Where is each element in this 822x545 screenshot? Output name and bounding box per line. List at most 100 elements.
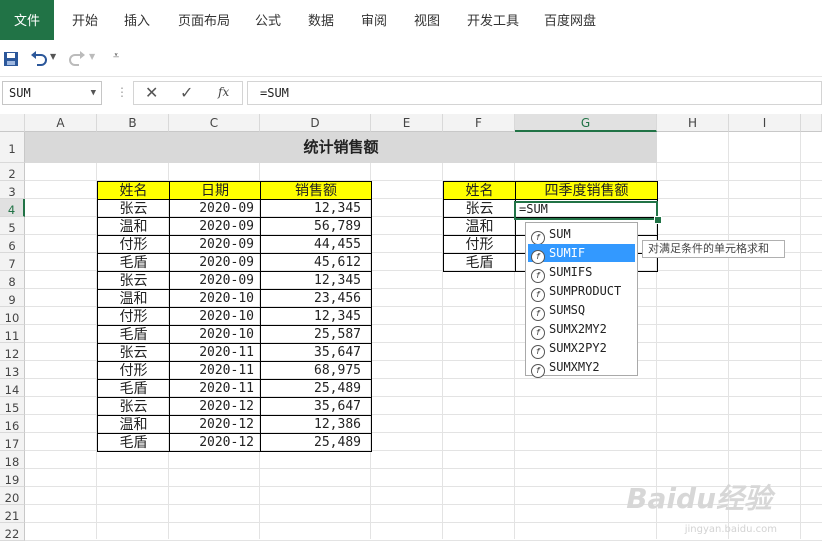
table-cell[interactable]: 44,455: [260, 235, 372, 254]
table-cell[interactable]: 张云: [97, 397, 170, 416]
table-cell[interactable]: 12,386: [260, 415, 372, 434]
column-header-g[interactable]: G: [515, 114, 657, 132]
table-header-cell[interactable]: 四季度销售额: [515, 181, 658, 200]
formula-input[interactable]: =SUM: [247, 81, 822, 105]
autocomplete-item[interactable]: f SUM: [528, 225, 635, 245]
tab-view[interactable]: 视图: [414, 0, 440, 40]
row-header[interactable]: 22: [0, 523, 25, 541]
table-cell[interactable]: 毛盾: [97, 379, 170, 398]
fill-handle[interactable]: [654, 216, 662, 224]
undo-dropdown-icon[interactable]: ▼: [50, 52, 56, 61]
row-header[interactable]: 16: [0, 415, 25, 433]
table-cell[interactable]: 毛盾: [97, 325, 170, 344]
autocomplete-item[interactable]: f SUMIFS: [528, 263, 635, 283]
q4-sales-cell[interactable]: =SUM: [515, 199, 658, 218]
table-cell[interactable]: 付形: [443, 235, 516, 254]
customize-toolbar-icon[interactable]: ⩡: [113, 49, 119, 63]
tab-data[interactable]: 数据: [308, 0, 334, 40]
sheet-title[interactable]: 统计销售额: [25, 132, 657, 163]
table-cell[interactable]: 23,456: [260, 289, 372, 308]
table-cell[interactable]: 2020-09: [169, 217, 261, 236]
table-cell[interactable]: 35,647: [260, 343, 372, 362]
insert-function-icon[interactable]: fx: [218, 85, 229, 99]
column-header-e[interactable]: E: [371, 114, 443, 132]
row-header[interactable]: 1: [0, 132, 25, 163]
name-box[interactable]: SUM ▼: [2, 81, 102, 105]
row-header[interactable]: 11: [0, 325, 25, 343]
table-cell[interactable]: 毛盾: [97, 253, 170, 272]
enter-check-icon[interactable]: ✓: [180, 83, 193, 102]
table-header-cell[interactable]: 姓名: [443, 181, 516, 200]
row-header[interactable]: 21: [0, 505, 25, 523]
row-header[interactable]: 12: [0, 343, 25, 361]
row-header[interactable]: 8: [0, 271, 25, 289]
row-header[interactable]: 9: [0, 289, 25, 307]
table-header-cell[interactable]: 销售额: [260, 181, 372, 200]
undo-icon[interactable]: [30, 50, 48, 66]
table-cell[interactable]: 56,789: [260, 217, 372, 236]
table-cell[interactable]: 35,647: [260, 397, 372, 416]
table-cell[interactable]: 温和: [443, 217, 516, 236]
row-header[interactable]: 13: [0, 361, 25, 379]
table-cell[interactable]: 2020-09: [169, 199, 261, 218]
autocomplete-item[interactable]: f SUMXMY2: [528, 358, 635, 378]
row-header[interactable]: 5: [0, 217, 25, 235]
row-header[interactable]: 4: [0, 199, 25, 217]
table-cell[interactable]: 25,489: [260, 433, 372, 452]
autocomplete-item[interactable]: f SUMX2PY2: [528, 339, 635, 359]
tab-review[interactable]: 审阅: [361, 0, 387, 40]
table-cell[interactable]: 付形: [97, 361, 170, 380]
name-box-dropdown-icon[interactable]: ▼: [91, 82, 96, 104]
table-cell[interactable]: 68,975: [260, 361, 372, 380]
column-header-a[interactable]: A: [25, 114, 97, 132]
table-cell[interactable]: 温和: [97, 289, 170, 308]
column-header-j[interactable]: [801, 114, 822, 132]
select-all-corner[interactable]: [0, 114, 25, 132]
row-header[interactable]: 18: [0, 451, 25, 469]
row-header[interactable]: 20: [0, 487, 25, 505]
tab-developer[interactable]: 开发工具: [467, 0, 519, 40]
save-icon[interactable]: [3, 51, 19, 67]
autocomplete-item[interactable]: f SUMIF: [528, 244, 635, 264]
table-cell[interactable]: 张云: [443, 199, 516, 218]
autocomplete-item[interactable]: f SUMX2MY2: [528, 320, 635, 340]
table-cell[interactable]: 45,612: [260, 253, 372, 272]
table-cell[interactable]: 2020-09: [169, 253, 261, 272]
tab-home[interactable]: 开始: [72, 0, 98, 40]
table-cell[interactable]: 2020-12: [169, 433, 261, 452]
row-header[interactable]: 10: [0, 307, 25, 325]
tab-file[interactable]: 文件: [0, 0, 54, 40]
autocomplete-item[interactable]: f SUMPRODUCT: [528, 282, 635, 302]
table-cell[interactable]: 2020-11: [169, 361, 261, 380]
table-cell[interactable]: 张云: [97, 271, 170, 290]
row-header[interactable]: 7: [0, 253, 25, 271]
table-cell[interactable]: 25,489: [260, 379, 372, 398]
redo-dropdown-icon[interactable]: ▼: [89, 52, 95, 61]
table-cell[interactable]: 2020-09: [169, 271, 261, 290]
table-cell[interactable]: 张云: [97, 199, 170, 218]
autocomplete-item[interactable]: f SUMSQ: [528, 301, 635, 321]
table-cell[interactable]: 毛盾: [443, 253, 516, 272]
column-header-b[interactable]: B: [97, 114, 169, 132]
table-cell[interactable]: 2020-11: [169, 343, 261, 362]
table-cell[interactable]: 12,345: [260, 271, 372, 290]
table-cell[interactable]: 2020-12: [169, 397, 261, 416]
table-cell[interactable]: 12,345: [260, 199, 372, 218]
row-header[interactable]: 2: [0, 163, 25, 181]
table-cell[interactable]: 2020-10: [169, 289, 261, 308]
tab-formulas[interactable]: 公式: [255, 0, 281, 40]
column-header-f[interactable]: F: [443, 114, 515, 132]
table-header-cell[interactable]: 日期: [169, 181, 261, 200]
tab-page-layout[interactable]: 页面布局: [178, 0, 230, 40]
tab-insert[interactable]: 插入: [124, 0, 150, 40]
table-cell[interactable]: 张云: [97, 343, 170, 362]
column-header-h[interactable]: H: [657, 114, 729, 132]
table-cell[interactable]: 温和: [97, 217, 170, 236]
table-cell[interactable]: 2020-09: [169, 235, 261, 254]
column-header-d[interactable]: D: [260, 114, 371, 132]
row-header[interactable]: 17: [0, 433, 25, 451]
table-cell[interactable]: 12,345: [260, 307, 372, 326]
row-header[interactable]: 19: [0, 469, 25, 487]
row-header[interactable]: 3: [0, 181, 25, 199]
table-cell[interactable]: 温和: [97, 415, 170, 434]
